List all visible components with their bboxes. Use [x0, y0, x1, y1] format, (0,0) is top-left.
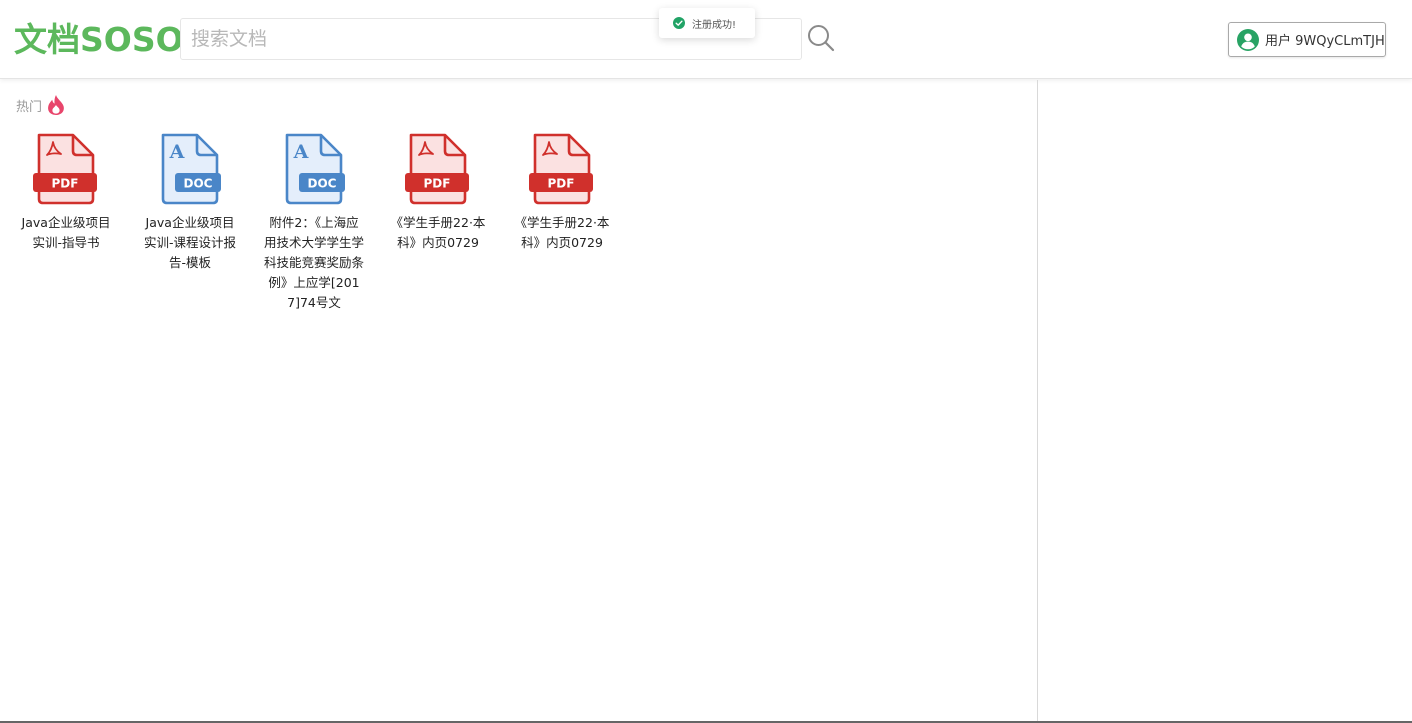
- document-title[interactable]: 《学生手册22·本科》内页0729: [388, 213, 488, 253]
- pdf-file-icon: PDF: [405, 133, 469, 205]
- doc-file-icon: A DOC: [285, 133, 345, 205]
- site-logo[interactable]: 文档SOSO: [14, 18, 184, 62]
- document-title[interactable]: 附件2：《上海应用技术大学学生学科技能竞赛奖励条例》上应学[2017]74号文: [264, 213, 364, 313]
- hot-section-title: 热门: [16, 94, 66, 116]
- search-button[interactable]: [804, 22, 838, 56]
- pdf-file-icon: PDF: [529, 133, 593, 205]
- user-name-label: 用户 9WQyCLmTJH: [1265, 34, 1385, 49]
- right-sidebar: [1039, 80, 1412, 723]
- toast-message: 注册成功!: [692, 19, 737, 31]
- svg-text:A: A: [293, 141, 309, 163]
- check-circle-icon: [673, 17, 685, 29]
- svg-text:PDF: PDF: [424, 177, 451, 191]
- document-item[interactable]: PDF 《学生手册22·本科》内页0729: [388, 133, 488, 313]
- svg-text:PDF: PDF: [52, 177, 79, 191]
- svg-text:DOC: DOC: [184, 177, 213, 191]
- document-item[interactable]: A DOC 附件2：《上海应用技术大学学生学科技能竞赛奖励条例》上应学[2017…: [264, 133, 364, 313]
- hot-label: 热门: [16, 99, 43, 115]
- svg-text:PDF: PDF: [548, 177, 575, 191]
- document-item[interactable]: A DOC Java企业级项目实训-课程设计报告-模板: [140, 133, 240, 313]
- search-icon: [808, 24, 835, 51]
- document-title[interactable]: Java企业级项目实训-指导书: [16, 213, 116, 253]
- document-title[interactable]: Java企业级项目实训-课程设计报告-模板: [140, 213, 240, 273]
- document-item[interactable]: PDF Java企业级项目实训-指导书: [16, 133, 116, 313]
- doc-file-icon: A DOC: [161, 133, 221, 205]
- document-title[interactable]: 《学生手册22·本科》内页0729: [512, 213, 612, 253]
- fire-icon: [48, 95, 64, 115]
- user-avatar-icon: [1237, 28, 1259, 51]
- document-item[interactable]: PDF 《学生手册22·本科》内页0729: [512, 133, 612, 313]
- svg-text:DOC: DOC: [308, 177, 337, 191]
- hot-document-list: PDF Java企业级项目实训-指导书 A DOC Java企业级项目实训-课程…: [16, 133, 636, 313]
- toast-notification: 注册成功!: [659, 8, 755, 38]
- user-menu-button[interactable]: 用户 9WQyCLmTJH: [1228, 22, 1386, 57]
- pdf-file-icon: PDF: [33, 133, 97, 205]
- svg-text:A: A: [169, 141, 185, 163]
